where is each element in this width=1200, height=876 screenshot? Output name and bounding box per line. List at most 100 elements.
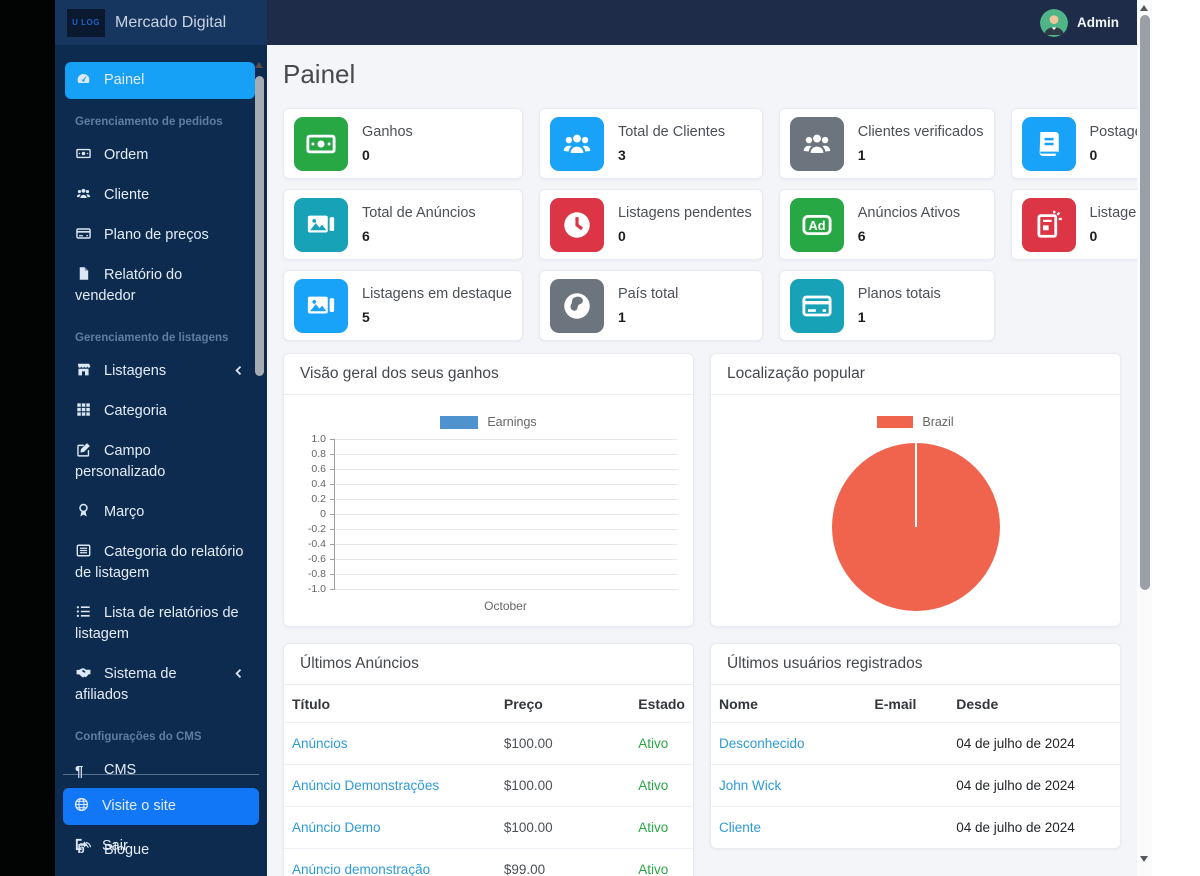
money-icon	[294, 117, 348, 171]
sidebar-item-visite-o-site[interactable]: Visite o site	[63, 788, 259, 825]
sidebar-item-plano-de-precos[interactable]: Plano de preços	[65, 217, 255, 254]
sidebar-item-categoria[interactable]: Categoria	[65, 393, 255, 430]
scroll-up-icon[interactable]	[1140, 5, 1148, 11]
earnings-plot-area	[334, 439, 677, 589]
brand[interactable]: U LOG Mercado Digital	[55, 0, 267, 45]
credit-card-icon	[75, 226, 92, 241]
latest-ads-table: TítuloPreçoEstado Anúncios$100.00AtivoAn…	[284, 685, 693, 876]
sidebar-item-relatorio-do-vendedor[interactable]: Relatório do vendedor	[65, 257, 255, 315]
tick-mark	[330, 574, 335, 575]
stat-value: 0	[1090, 228, 1138, 244]
table-row: Anúncio Demo$100.00Ativo	[284, 807, 693, 849]
stat-text: Anúncios Ativos6	[858, 205, 960, 244]
row-link[interactable]: Anúncio Demo	[284, 807, 496, 849]
stat-card-listagens-vendidas: Listagens vendidas0	[1011, 189, 1138, 260]
sidebar-item-listagens[interactable]: Listagens	[65, 353, 255, 390]
award-icon	[75, 503, 92, 518]
page-scrollbar[interactable]	[1137, 0, 1152, 876]
row-cell: $100.00	[496, 723, 630, 765]
row-link[interactable]: Cliente	[711, 807, 866, 849]
row-link[interactable]: John Wick	[711, 765, 866, 807]
handshake-icon	[75, 665, 92, 680]
row-cell: Ativo	[630, 765, 693, 807]
sidebar-item-categoria-do-relatorio-de-listagem[interactable]: Categoria do relatório de listagem	[65, 534, 255, 592]
stat-value: 1	[618, 309, 678, 325]
y-tick-label: 0	[320, 508, 326, 520]
sidebar-item-sair[interactable]: Sair	[63, 828, 259, 865]
sidebar-item-cliente[interactable]: Cliente	[65, 177, 255, 214]
sidebar-item-painel[interactable]: Painel	[65, 62, 255, 99]
y-tick-label: -0.2	[308, 523, 326, 535]
ad-icon: Ad	[790, 198, 844, 252]
translate-icon[interactable]	[913, 13, 932, 32]
plus-icon[interactable]	[870, 13, 889, 32]
row-cell	[866, 807, 948, 849]
sidebar-item-label: Lista de relatórios de listagem	[75, 605, 239, 642]
gridline	[335, 484, 677, 485]
topbar: Admin	[267, 0, 1137, 45]
row-cell: Ativo	[630, 849, 693, 876]
row-cell: $100.00	[496, 807, 630, 849]
images-icon	[294, 198, 348, 252]
sidebar-item-marco[interactable]: Março	[65, 494, 255, 531]
stats-grid: Ganhos0Total de Clientes3Clientes verifi…	[283, 108, 1121, 341]
stat-card-total-de-anuncios: Total de Anúncios6	[283, 189, 523, 260]
user-name[interactable]: Admin	[1077, 15, 1119, 30]
tick-mark	[330, 589, 335, 590]
gridline	[335, 454, 677, 455]
sidebar-item-label: Categoria	[104, 403, 167, 419]
sidebar-item-sistema-de-afiliados[interactable]: Sistema de afiliados	[65, 656, 255, 714]
menu-icon[interactable]	[285, 13, 304, 32]
earnings-chart: 1.00.80.60.40.20-0.2-0.4-0.6-0.8-1.0	[300, 439, 677, 589]
sidebar-item-depoimento[interactable]: Depoimento	[65, 872, 255, 876]
stat-card-clientes-verificados: Clientes verificados1	[779, 108, 995, 179]
table-row: Cliente04 de julho de 2024	[711, 807, 1120, 849]
row-cell: 04 de julho de 2024	[948, 723, 1120, 765]
images-icon	[294, 279, 348, 333]
broom-icon[interactable]	[371, 13, 390, 32]
scroll-down-icon[interactable]	[1140, 856, 1148, 862]
gridline	[335, 529, 677, 530]
y-tick-label: -0.6	[308, 553, 326, 565]
nav-section-header: Gerenciamento de pedidos	[65, 102, 255, 134]
y-tick-label: 1.0	[311, 433, 326, 445]
fullscreen-icon[interactable]	[956, 13, 975, 32]
pie-legend: Brazil	[877, 415, 953, 429]
globe-icon[interactable]	[328, 13, 347, 32]
stat-label: Total de Clientes	[618, 124, 725, 140]
clock-icon	[550, 198, 604, 252]
sidebar-item-campo-personalizado[interactable]: Campo personalizado	[65, 433, 255, 491]
sidebar-scrollbar[interactable]	[254, 60, 265, 400]
sidebar-scroll-thumb[interactable]	[255, 76, 264, 376]
gridline	[335, 439, 677, 440]
y-tick-label: -0.4	[308, 538, 326, 550]
sidebar-item-lista-de-relatorios-de-listagem[interactable]: Lista de relatórios de listagem	[65, 595, 255, 653]
stat-card-pais-total: País total1	[539, 270, 763, 341]
avatar[interactable]	[1040, 9, 1068, 37]
row-link[interactable]: Anúncio demonstração	[284, 849, 496, 876]
y-tick-label: -1.0	[308, 583, 326, 595]
tick-mark	[330, 454, 335, 455]
row-cell: Ativo	[630, 807, 693, 849]
stat-card-postagem-total-do-blog: Postagem total do blog0	[1011, 108, 1138, 179]
edit-icon	[75, 442, 92, 457]
dark-mode-moon-icon[interactable]	[999, 13, 1018, 32]
stat-text: Clientes verificados1	[858, 124, 984, 163]
dashboard-icon	[75, 71, 92, 86]
row-link[interactable]: Anúncio Demonstrações	[284, 765, 496, 807]
row-link[interactable]: Anúncios	[284, 723, 496, 765]
sidebar-item-ordem[interactable]: Ordem	[65, 137, 255, 174]
tick-mark	[330, 559, 335, 560]
latest-users-header-row: NomeE-mailDesde	[711, 685, 1120, 723]
stat-text: Postagem total do blog0	[1090, 124, 1138, 163]
users-icon	[550, 117, 604, 171]
row-link[interactable]: Desconhecido	[711, 723, 866, 765]
locations-panel: Localização popular Brazil	[710, 353, 1121, 627]
tick-mark	[330, 469, 335, 470]
y-tick-label: -0.8	[308, 568, 326, 580]
scroll-up-icon[interactable]	[255, 62, 263, 68]
latest-users-title: Últimos usuários registrados	[711, 644, 1120, 685]
page-scroll-thumb[interactable]	[1140, 15, 1150, 590]
earnings-legend-swatch	[440, 416, 478, 429]
table-row: Desconhecido 04 de julho de 2024	[711, 723, 1120, 765]
